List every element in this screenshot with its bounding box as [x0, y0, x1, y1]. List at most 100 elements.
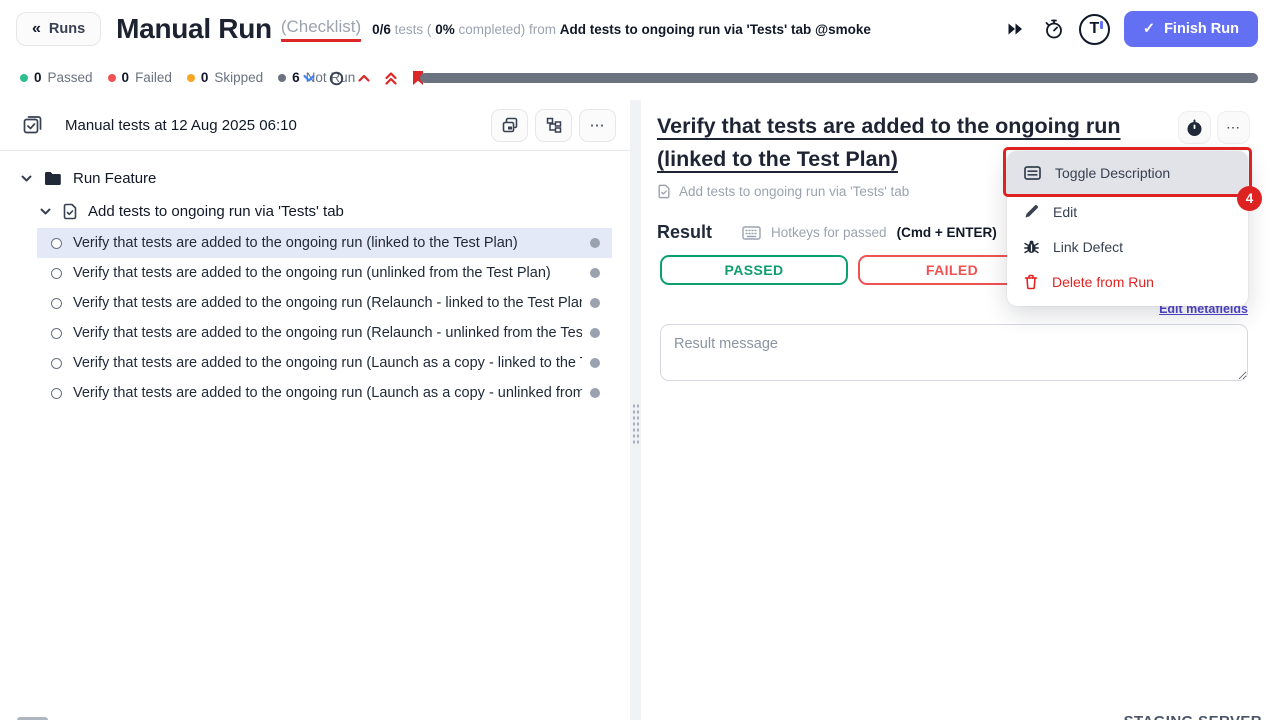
chevron-down-icon[interactable]: [20, 172, 33, 185]
tests-fraction: 0/6: [372, 22, 391, 37]
top-bar: « Runs Manual Run (Checklist) 0/6 tests …: [0, 0, 1280, 58]
test-row[interactable]: Verify that tests are added to the ongoi…: [37, 288, 612, 318]
counter-passed: 0 Passed: [20, 70, 93, 85]
menu-item-label: Delete from Run: [1052, 274, 1154, 290]
sidebar-actions: ⋯: [491, 109, 616, 142]
bug-icon: [1024, 239, 1039, 255]
test-row[interactable]: Verify that tests are added to the ongoi…: [37, 318, 612, 348]
app-logo-icon[interactable]: T: [1079, 14, 1110, 45]
detail-suite-label: Add tests to ongoing run via 'Tests' tab: [679, 184, 909, 199]
run-progress-bar: [420, 73, 1258, 83]
description-icon: [1024, 166, 1041, 180]
sidebar-more-button[interactable]: ⋯: [579, 109, 616, 142]
suite-doc-check-icon: [657, 184, 671, 199]
detail-suite-ref: Add tests to ongoing run via 'Tests' tab: [657, 184, 909, 199]
test-title: Verify that tests are added to the ongoi…: [73, 355, 582, 371]
status-filter-icons: [302, 70, 425, 86]
menu-item-label: Toggle Description: [1055, 165, 1170, 181]
test-priority-dot-icon: [590, 268, 600, 278]
context-menu: Toggle Description Edit Link Defect: [1007, 151, 1248, 306]
failed-dot-icon: [108, 74, 116, 82]
test-row[interactable]: Verify that tests are added to the ongoi…: [37, 258, 612, 288]
suite-doc-check-icon: [62, 203, 78, 220]
tests-sidebar: Manual tests at 12 Aug 2025 06:10 ⋯: [0, 100, 630, 720]
menu-item-delete-from-run[interactable]: Delete from Run: [1007, 264, 1248, 299]
menu-item-label: Edit: [1053, 204, 1077, 220]
test-status-circle-icon[interactable]: [51, 268, 62, 279]
verdict-buttons: PASSED FAILED: [660, 255, 1046, 285]
result-heading: Result: [657, 222, 712, 243]
back-to-runs-label: Runs: [49, 21, 85, 37]
tree-folder-run-feature[interactable]: Run Feature: [0, 162, 630, 195]
check-icon: ✓: [1143, 21, 1155, 37]
test-title: Verify that tests are added to the ongoi…: [73, 235, 582, 251]
ellipsis-icon: ⋯: [1226, 119, 1241, 136]
copy-tests-button[interactable]: [491, 109, 528, 142]
sidebar-header: Manual tests at 12 Aug 2025 06:10 ⋯: [0, 100, 630, 150]
keyboard-icon: [742, 226, 761, 240]
chevron-down-icon[interactable]: [302, 71, 316, 85]
passed-dot-icon: [20, 74, 28, 82]
run-name-title: Manual tests at 12 Aug 2025 06:10: [65, 117, 297, 134]
double-chevron-up-icon[interactable]: [384, 71, 398, 86]
page-title: Manual Run: [116, 13, 272, 45]
tree-suite-row[interactable]: Add tests to ongoing run via 'Tests' tab: [0, 195, 630, 228]
trash-icon: [1024, 274, 1038, 290]
test-priority-dot-icon: [590, 388, 600, 398]
test-status-circle-icon[interactable]: [51, 358, 62, 369]
menu-item-edit[interactable]: Edit: [1007, 194, 1248, 229]
finish-run-button[interactable]: ✓ Finish Run: [1124, 11, 1258, 47]
stopwatch-icon[interactable]: [1041, 16, 1067, 42]
double-chevron-left-icon: «: [32, 21, 41, 37]
circle-status-icon[interactable]: [329, 71, 344, 86]
splitter-grip-icon[interactable]: [632, 403, 639, 445]
chevron-down-icon[interactable]: [39, 205, 52, 218]
test-priority-dot-icon: [590, 238, 600, 248]
run-mode-label: (Checklist): [281, 17, 361, 42]
passed-button[interactable]: PASSED: [660, 255, 848, 285]
app-window: « Runs Manual Run (Checklist) 0/6 tests …: [0, 0, 1280, 720]
tests-percent: 0%: [435, 22, 455, 37]
detail-more-button[interactable]: ⋯: [1217, 111, 1250, 144]
test-status-circle-icon[interactable]: [51, 238, 62, 249]
chevron-up-icon[interactable]: [357, 71, 371, 85]
run-source: Add tests to ongoing run via 'Tests' tab…: [560, 22, 871, 37]
counter-failed: 0 Failed: [108, 70, 172, 85]
fast-forward-icon[interactable]: [1003, 16, 1029, 42]
test-status-circle-icon[interactable]: [51, 328, 62, 339]
menu-item-label: Link Defect: [1053, 239, 1123, 255]
run-checklist-icon: [22, 115, 43, 136]
suite-label: Add tests to ongoing run via 'Tests' tab: [88, 203, 344, 220]
test-row[interactable]: Verify that tests are added to the ongoi…: [37, 348, 612, 378]
hotkeys-hint: Hotkeys for passed: [771, 225, 887, 240]
test-row[interactable]: Verify that tests are added to the ongoi…: [37, 378, 612, 408]
test-title: Verify that tests are added to the ongoi…: [73, 325, 582, 341]
test-title: Verify that tests are added to the ongoi…: [73, 295, 582, 311]
annotation-step-badge: 4: [1237, 186, 1262, 211]
test-priority-dot-icon: [590, 328, 600, 338]
back-to-runs-button[interactable]: « Runs: [16, 12, 101, 46]
skipped-dot-icon: [187, 74, 195, 82]
test-title: Verify that tests are added to the ongoi…: [73, 385, 582, 401]
staging-watermark: STAGING SERVER: [1124, 713, 1262, 720]
result-message-input[interactable]: [660, 324, 1248, 381]
test-status-circle-icon[interactable]: [51, 388, 62, 399]
counter-skipped: 0 Skipped: [187, 70, 263, 85]
finish-run-label: Finish Run: [1164, 21, 1239, 37]
timer-button[interactable]: [1178, 111, 1211, 144]
tree-view-button[interactable]: [535, 109, 572, 142]
panel-splitter[interactable]: [630, 100, 641, 720]
ellipsis-icon: ⋯: [590, 116, 606, 134]
detail-actions: ⋯: [1178, 111, 1250, 144]
folder-label: Run Feature: [73, 170, 156, 187]
test-row[interactable]: Verify that tests are added to the ongoi…: [37, 228, 612, 258]
test-priority-dot-icon: [590, 358, 600, 368]
menu-item-toggle-description[interactable]: Toggle Description: [1007, 151, 1248, 194]
menu-item-link-defect[interactable]: Link Defect: [1007, 229, 1248, 264]
result-section-header: Result Hotkeys for passed (Cmd + ENTER) …: [657, 222, 1025, 243]
hotkeys-combo: (Cmd + ENTER): [897, 225, 997, 240]
test-status-circle-icon[interactable]: [51, 298, 62, 309]
folder-icon: [44, 171, 62, 186]
tests-tree: Run Feature Add tests to ongoing run via…: [0, 151, 630, 408]
pencil-icon: [1024, 204, 1039, 219]
